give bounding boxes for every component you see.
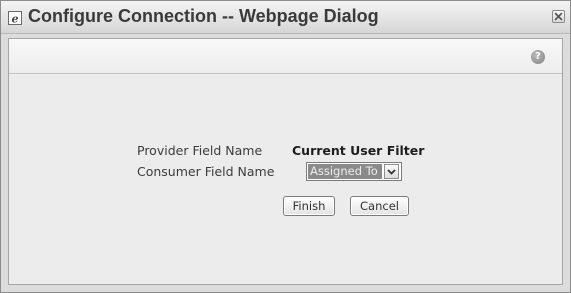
close-icon[interactable] bbox=[552, 10, 565, 23]
provider-field-label: Provider Field Name bbox=[137, 143, 263, 158]
dialog-content: ? Provider Field Name Current User Filte… bbox=[8, 38, 563, 285]
title-bar[interactable]: e Configure Connection -- Webpage Dialog bbox=[1, 1, 570, 34]
consumer-field-label: Consumer Field Name bbox=[137, 164, 275, 179]
svg-text:e: e bbox=[11, 12, 18, 25]
chevron-down-icon[interactable] bbox=[384, 164, 399, 179]
provider-field-value: Current User Filter bbox=[292, 143, 425, 158]
connection-form: Provider Field Name Current User Filter … bbox=[9, 39, 562, 284]
cancel-button[interactable]: Cancel bbox=[350, 196, 409, 216]
consumer-field-selected-value[interactable]: Assigned To bbox=[308, 164, 382, 179]
dialog-window: e Configure Connection -- Webpage Dialog… bbox=[0, 0, 571, 293]
ie-page-icon: e bbox=[6, 9, 23, 26]
window-title: Configure Connection -- Webpage Dialog bbox=[28, 6, 379, 26]
consumer-field-select[interactable]: Assigned To bbox=[306, 162, 402, 181]
finish-button[interactable]: Finish bbox=[283, 196, 335, 216]
